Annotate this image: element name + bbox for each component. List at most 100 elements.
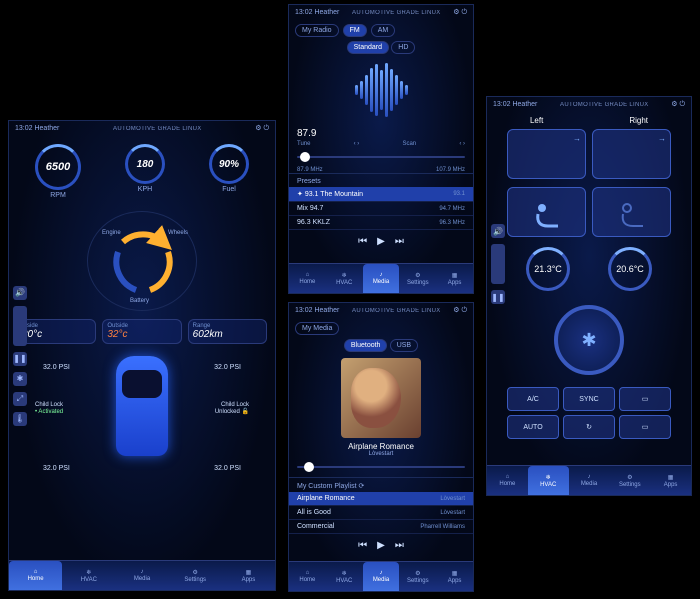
status-bar: 13:02 Heather AUTOMOTIVE GRADE LINUX ⚙ ⏻: [9, 121, 275, 136]
seat-lower-left[interactable]: [507, 187, 586, 237]
auto-button[interactable]: AUTO: [507, 415, 559, 439]
media-screen: 13:02 HeatherAUTOMOTIVE GRADE LINUX⚙ ⏻ M…: [288, 302, 474, 592]
tab-my-media[interactable]: My Media: [295, 322, 339, 335]
sync-button[interactable]: SYNC: [563, 387, 615, 411]
playlist-row[interactable]: CommercialPharrell Williams: [289, 520, 473, 534]
nav-apps[interactable]: ▦Apps: [222, 561, 275, 590]
preset-row[interactable]: ✦ 93.1 The Mountain93.1: [289, 187, 473, 202]
zone-left-label: Left: [530, 116, 543, 125]
nav-apps[interactable]: ▦Apps: [650, 466, 691, 495]
nav-settings[interactable]: ⚙Settings: [609, 466, 650, 495]
seat-upper-left[interactable]: →: [507, 129, 586, 179]
tune-slider[interactable]: [297, 151, 465, 163]
hvac-screen: 13:02 HeatherAUTOMOTIVE GRADE LINUX⚙ ⏻ L…: [486, 96, 692, 496]
nav-home[interactable]: ⌂Home: [487, 466, 528, 495]
seat-upper-right[interactable]: →: [592, 129, 671, 179]
nav-hvac[interactable]: ❄HVAC: [326, 562, 363, 591]
volume-icon[interactable]: 🔊: [491, 224, 505, 238]
energy-cycle-diagram: Engine Wheels Battery: [87, 211, 197, 311]
next-icon[interactable]: ⏭: [395, 236, 404, 247]
volume-icon[interactable]: 🔊: [13, 286, 27, 300]
radio-screen: 13:02 Heather AUTOMOTIVE GRADE LINUX⚙ ⏻ …: [288, 4, 474, 294]
bottom-nav: ⌂Home ❄HVAC ♪Media ⚙Settings ▦Apps: [9, 560, 275, 590]
nav-settings[interactable]: ⚙Settings: [399, 562, 436, 591]
sidebar-controls: 🔊 ❚❚ ✱ ⤢ 🌡: [13, 286, 27, 426]
bottom-nav: ⌂Home ❄HVAC ♪Media ⚙Settings ▦Apps: [289, 263, 473, 293]
presets-header: Presets: [289, 173, 473, 187]
album-art: [341, 358, 421, 438]
fan-speed-dial[interactable]: [554, 305, 624, 375]
climate-stats: Inside20°c Outside32°c Range602km: [9, 315, 275, 348]
nav-home[interactable]: ⌂Home: [9, 561, 62, 590]
status-bar: 13:02 Heather AUTOMOTIVE GRADE LINUX⚙ ⏻: [289, 5, 473, 20]
track-title: Airplane Romance: [289, 442, 473, 451]
prev-icon[interactable]: ⏮: [358, 540, 367, 551]
expand-icon[interactable]: ⤢: [13, 392, 27, 406]
play-icon[interactable]: ▶: [377, 236, 385, 247]
temp-icon[interactable]: 🌡: [13, 412, 27, 426]
source-bluetooth[interactable]: Bluetooth: [344, 339, 388, 352]
play-icon[interactable]: ▶: [377, 540, 385, 551]
battery-label: Battery: [130, 298, 149, 304]
tire-psi-fr: 32.0 PSI: [214, 364, 241, 371]
nav-media[interactable]: ♪Media: [569, 466, 610, 495]
playlist-row[interactable]: All is GoodLòvestart: [289, 506, 473, 520]
fan-icon[interactable]: ✱: [13, 372, 27, 386]
childlock-right: Child LockUnlocked 🔓: [215, 402, 249, 416]
temp-left-dial[interactable]: 21.3°C: [526, 247, 570, 291]
volume-slider[interactable]: [13, 306, 27, 346]
clock: 13:02: [15, 125, 33, 132]
pause-icon[interactable]: ❚❚: [13, 352, 27, 366]
engine-label: Engine: [102, 230, 121, 236]
nav-media[interactable]: ♪Media: [363, 264, 400, 293]
track-artist: Lòvestart: [289, 451, 473, 457]
nav-home[interactable]: ⌂Home: [289, 264, 326, 293]
user-name: Heather: [34, 125, 59, 132]
nav-hvac[interactable]: ❄HVAC: [326, 264, 363, 293]
tune-label: Tune: [297, 141, 310, 147]
nav-media[interactable]: ♪Media: [115, 561, 168, 590]
gauge-row: 6500RPM 180KPH 90%Fuel: [9, 136, 275, 207]
zone-right-label: Right: [629, 116, 648, 125]
band-standard[interactable]: Standard: [347, 41, 389, 54]
playlist-row[interactable]: Airplane RomanceLòvestart: [289, 492, 473, 506]
gauge-fuel: 90%Fuel: [209, 144, 249, 199]
tire-psi-fl: 32.0 PSI: [43, 364, 70, 371]
defrost-front-button[interactable]: ▭: [619, 415, 671, 439]
stat-inside: Inside20°c: [17, 319, 96, 344]
nav-apps[interactable]: ▦Apps: [436, 264, 473, 293]
car-body-icon: [116, 356, 168, 456]
next-icon[interactable]: ⏭: [395, 540, 404, 551]
preset-row[interactable]: Mix 94.794.7 MHz: [289, 202, 473, 216]
seat-lower-right[interactable]: [592, 187, 671, 237]
source-usb[interactable]: USB: [390, 339, 418, 352]
nav-settings[interactable]: ⚙Settings: [399, 264, 436, 293]
brand-logo: AUTOMOTIVE GRADE LINUX: [113, 126, 202, 132]
waveform-visualizer: [289, 60, 473, 120]
seek-slider[interactable]: [297, 461, 465, 473]
nav-hvac[interactable]: ❄HVAC: [62, 561, 115, 590]
nav-apps[interactable]: ▦Apps: [436, 562, 473, 591]
ac-button[interactable]: A/C: [507, 387, 559, 411]
nav-hvac[interactable]: ❄HVAC: [528, 466, 569, 495]
childlock-left: Child Lock• Activated: [35, 402, 63, 416]
temp-right-dial[interactable]: 20.6°C: [608, 247, 652, 291]
preset-row[interactable]: 96.3 KKLZ96.3 MHz: [289, 216, 473, 230]
defrost-rear-button[interactable]: ▭: [619, 387, 671, 411]
nav-media[interactable]: ♪Media: [363, 562, 400, 591]
nav-settings[interactable]: ⚙Settings: [169, 561, 222, 590]
prev-icon[interactable]: ⏮: [358, 236, 367, 247]
stat-outside: Outside32°c: [102, 319, 181, 344]
band-hd[interactable]: HD: [391, 41, 415, 54]
tab-am[interactable]: AM: [371, 24, 396, 37]
recirculate-button[interactable]: ↻: [563, 415, 615, 439]
pause-icon[interactable]: ❚❚: [491, 290, 505, 304]
tab-fm[interactable]: FM: [343, 24, 367, 37]
volume-slider[interactable]: [491, 244, 505, 284]
wheels-label: Wheels: [168, 230, 188, 236]
playback-controls: ⏮ ▶ ⏭: [289, 230, 473, 253]
scan-label: Scan: [402, 141, 416, 147]
tire-psi-rl: 32.0 PSI: [43, 465, 70, 472]
tab-my-radio[interactable]: My Radio: [295, 24, 339, 37]
nav-home[interactable]: ⌂Home: [289, 562, 326, 591]
